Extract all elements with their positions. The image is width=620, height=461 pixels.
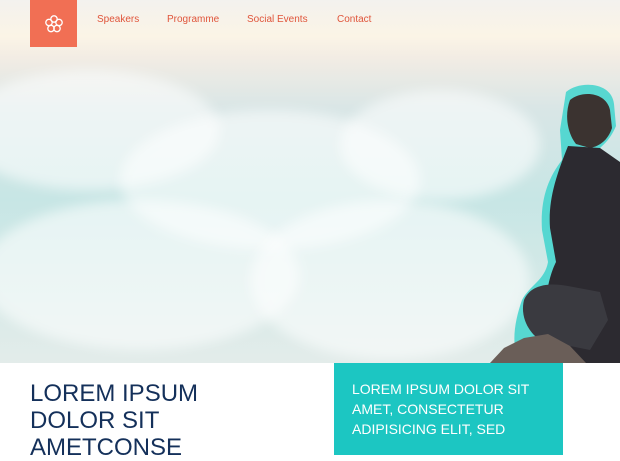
logo-button[interactable]	[30, 0, 77, 47]
callout-text: LOREM IPSUM DOLOR SIT AMET, CONSECTETUR …	[352, 381, 530, 437]
nav-link-speakers[interactable]: Speakers	[97, 14, 139, 25]
page-headline: LOREM IPSUM DOLOR SIT AMETCONSE	[30, 380, 199, 461]
person-sitting-illustration	[490, 84, 620, 363]
flower-icon	[44, 14, 63, 32]
hero-image	[0, 0, 620, 363]
nav-link-contact[interactable]: Contact	[337, 14, 371, 25]
nav-link-social-events[interactable]: Social Events	[247, 14, 308, 25]
nav-link-programme[interactable]: Programme	[167, 14, 219, 25]
callout-box: LOREM IPSUM DOLOR SIT AMET, CONSECTETUR …	[334, 363, 563, 455]
